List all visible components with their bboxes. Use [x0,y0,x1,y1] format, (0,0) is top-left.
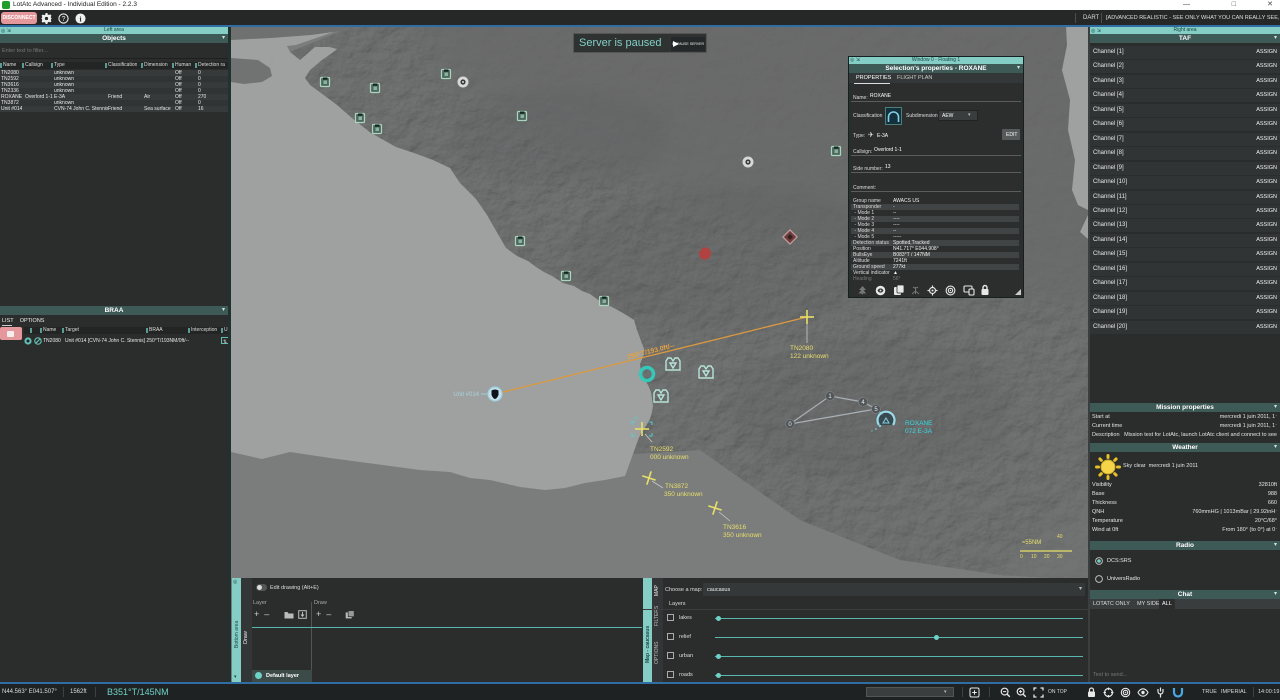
svg-text:ROXANE: ROXANE [905,420,933,427]
svg-text:□□: □□ [633,416,639,421]
svg-text:20: 20 [1044,554,1050,560]
svg-text:TN2592: TN2592 [650,446,674,453]
svg-text:TN2080: TN2080 [790,345,814,352]
svg-text:?: ? [62,16,66,23]
svg-text:072 E-3A: 072 E-3A [905,428,933,435]
svg-text:122 unknown: 122 unknown [790,353,829,360]
svg-text:30: 30 [1057,554,1063,560]
svg-text:Unit #014: Unit #014 [453,392,479,398]
svg-text:TN3872: TN3872 [665,483,689,490]
svg-text:350 unknown: 350 unknown [723,532,762,539]
svg-text:≈55NM: ≈55NM [1022,540,1041,546]
svg-text:i: i [79,14,81,23]
svg-text:0: 0 [1020,554,1023,560]
svg-text:40: 40 [1057,534,1063,540]
svg-text:350 unknown: 350 unknown [664,491,703,498]
svg-text:10: 10 [1031,554,1037,560]
svg-text:000 unknown: 000 unknown [650,454,689,461]
svg-text:TN3616: TN3616 [723,524,747,531]
